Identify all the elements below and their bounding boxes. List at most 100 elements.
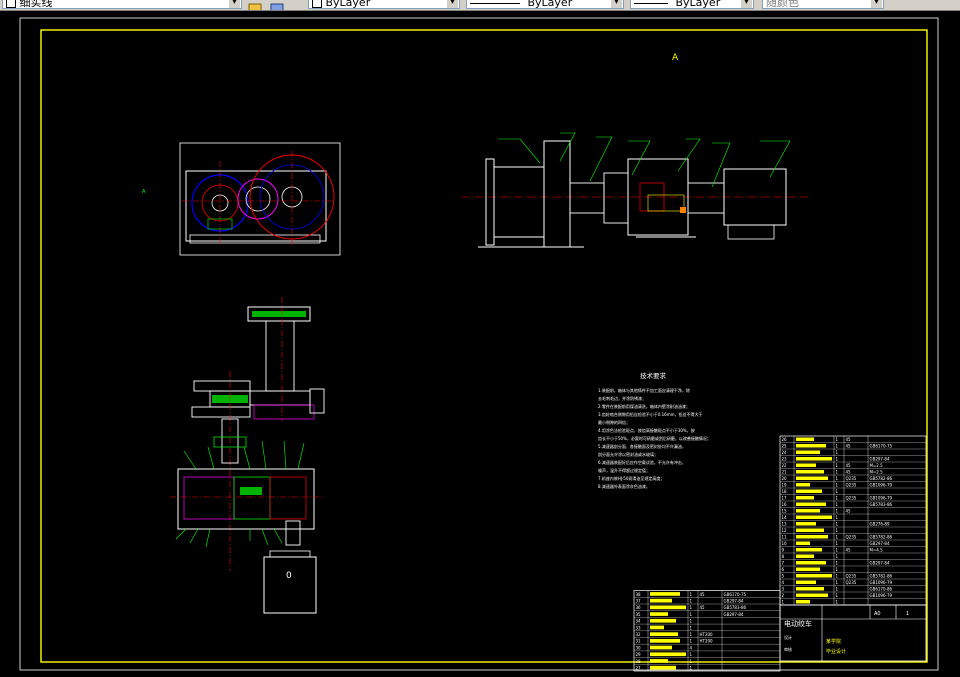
table-cell: M=2.5 <box>870 463 884 468</box>
part-name-fill <box>796 535 828 539</box>
table-cell: 45 <box>846 509 852 514</box>
drawing-canvas[interactable]: A A 0 技术要求 1.装配前，箱体与其他铸件不加工面应清理干净，除 去毛刺毛… <box>0 11 960 673</box>
table-cell: HT200 <box>700 632 714 637</box>
plotstyle-dropdown[interactable]: 随颜色 ▼ <box>762 0 884 9</box>
table-cell: 36 <box>636 605 642 610</box>
table-cell: 19 <box>782 483 788 488</box>
title-school: 某学院 <box>826 638 841 645</box>
table-cell: 24 <box>782 450 788 455</box>
part-name-fill <box>796 463 816 467</box>
side-label: A <box>142 189 146 195</box>
table-cell: GB5782-86 <box>870 476 893 481</box>
tech-line-3: 2.零件在装配前用煤油清洗，箱体内壁涂耐油油漆； <box>598 403 690 409</box>
linetype-dropdown[interactable]: ByLayer ▼ <box>466 0 624 9</box>
table-cell: GB1096-79 <box>870 593 893 598</box>
table-cell: GB5783-86 <box>724 605 747 610</box>
table-cell: 34 <box>636 619 642 624</box>
part-name-fill <box>796 541 810 545</box>
table-cell: GB5782-86 <box>870 574 893 579</box>
chevron-down-icon[interactable]: ▼ <box>871 0 882 8</box>
title-project: 电动绞车 <box>784 619 812 628</box>
title-design: 设计 <box>784 634 792 640</box>
table-cell: 31 <box>636 639 642 644</box>
table-cell: Q235 <box>846 496 857 501</box>
table-cell: 35 <box>636 612 642 617</box>
lineweight-dropdown[interactable]: ByLayer ▼ <box>630 0 754 9</box>
chevron-down-icon[interactable]: ▼ <box>611 0 622 8</box>
chevron-down-icon[interactable]: ▼ <box>741 0 752 8</box>
tech-title: 技术要求 <box>640 371 667 380</box>
table-cell: 45 <box>700 605 706 610</box>
table-cell: Q235 <box>846 580 857 585</box>
plotstyle-value: 随颜色 <box>766 0 799 9</box>
chevron-down-icon[interactable]: ▼ <box>447 0 458 8</box>
motor-label: 0 <box>286 571 292 581</box>
part-name-fill <box>796 496 814 500</box>
tech-line-10: 6.减速器装配好后应作空载试验，不允许有冲击、 <box>598 459 686 465</box>
part-name-fill <box>796 437 814 441</box>
layer-previous-icon[interactable] <box>270 0 284 10</box>
linetype-value: ByLayer <box>527 0 573 9</box>
tech-line-6: 4.用涂色法检验斑点，按齿高接触斑点不小于30%，按 <box>598 427 695 433</box>
part-name-fill <box>796 574 832 578</box>
part-name-fill <box>650 659 668 663</box>
part-name-fill <box>650 592 680 596</box>
tech-line-1: 1.装配前，箱体与其他铸件不加工面应清理干净，除 <box>598 387 690 393</box>
part-name-fill <box>796 515 832 519</box>
table-cell: 45 <box>846 444 852 449</box>
table-cell: GB1096-79 <box>870 580 893 585</box>
table-cell: GB6170-75 <box>724 592 747 597</box>
table-cell: 18 <box>782 489 788 494</box>
lineweight-value: ByLayer <box>675 0 721 9</box>
table-cell: GB276-89 <box>870 522 890 527</box>
table-cell: 30 <box>636 645 642 650</box>
tech-line-2: 去毛刺毛边，并涂防锈漆； <box>598 395 646 401</box>
table-cell: 45 <box>846 463 852 468</box>
title-sheet: A0 <box>874 611 881 617</box>
part-name-fill <box>796 483 810 487</box>
part-name-fill <box>650 618 676 623</box>
drawing-svg: A A 0 技术要求 1.装配前，箱体与其他铸件不加工面应清理干净，除 去毛刺毛… <box>0 11 960 673</box>
table-cell: GB6170-86 <box>870 587 893 592</box>
layer-name: 细实线 <box>19 0 53 9</box>
table-cell: GB297-84 <box>724 612 744 617</box>
table-cell: 45 <box>700 592 706 597</box>
part-name-fill <box>650 632 678 636</box>
table-cell: 10 <box>782 541 788 546</box>
title-ratio: 1 <box>906 611 909 617</box>
part-name-fill <box>650 645 672 650</box>
part-name-fill <box>650 612 668 616</box>
part-name-fill <box>796 470 824 474</box>
table-cell: 11 <box>782 535 788 540</box>
chevron-down-icon[interactable]: ▼ <box>229 0 240 8</box>
table-cell: HT200 <box>700 639 714 644</box>
part-name-fill <box>796 587 824 591</box>
color-value: ByLayer <box>325 0 371 9</box>
table-cell: 23 <box>782 457 788 462</box>
layer-dropdown[interactable]: 细实线 ▼ <box>2 0 242 9</box>
color-swatch <box>312 0 322 8</box>
color-dropdown[interactable]: ByLayer ▼ <box>308 0 460 9</box>
layer-make-current-icon[interactable] <box>248 0 262 10</box>
part-name-fill <box>796 600 810 604</box>
table-cell: 16 <box>782 502 788 507</box>
part-name-fill <box>796 580 816 584</box>
table-cell: 28 <box>636 659 642 664</box>
tech-line-9: 剖分面允许涂以密封油或水玻璃； <box>598 451 658 457</box>
table-cell: M=2.5 <box>870 470 884 475</box>
table-cell: 25 <box>782 444 788 449</box>
linetype-sample <box>470 2 520 4</box>
layer-color-swatch <box>6 0 16 8</box>
table-cell: 21 <box>782 470 788 475</box>
table-cell: 20 <box>782 476 788 481</box>
tech-line-5: 最小侧隙的四倍； <box>598 419 630 425</box>
tech-line-7: 齿长不小于50%，必要时可研磨或刮后研磨，以改善接触情况； <box>598 435 711 441</box>
part-name-fill <box>796 548 822 552</box>
part-name-fill <box>796 444 826 448</box>
table-cell: 45 <box>846 470 852 475</box>
part-name-fill <box>796 489 822 493</box>
part-name-fill <box>650 625 664 630</box>
part-name-fill <box>796 567 820 571</box>
table-cell: GB297-84 <box>870 561 890 566</box>
table-cell: 37 <box>636 599 642 604</box>
